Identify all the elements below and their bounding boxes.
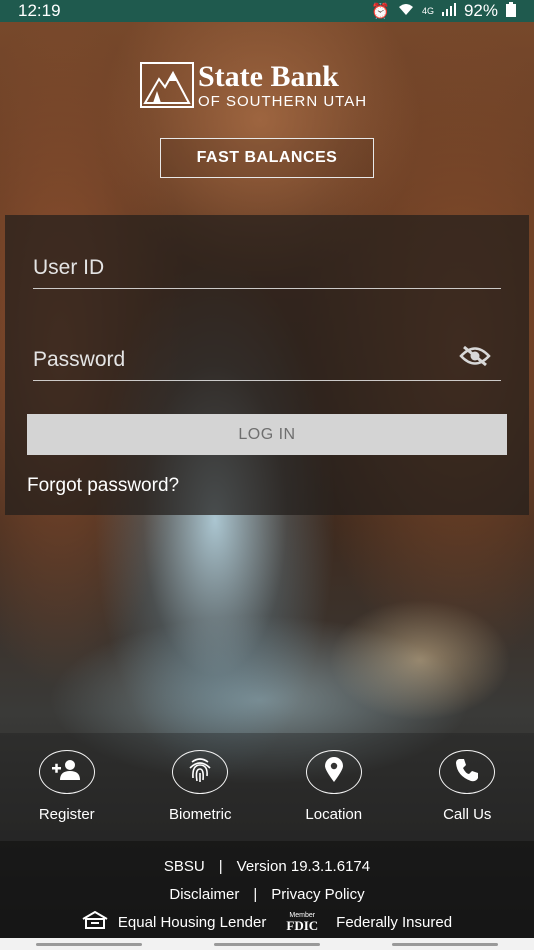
call-us-label: Call Us	[443, 806, 492, 823]
links-row: Disclaimer | Privacy Policy	[169, 880, 364, 908]
biometric-button[interactable]: Biometric	[145, 750, 255, 841]
location-button[interactable]: Location	[279, 750, 389, 841]
fast-balances-button[interactable]: FAST BALANCES	[160, 138, 374, 178]
user-id-field[interactable]	[33, 239, 501, 289]
call-us-button[interactable]: Call Us	[412, 750, 522, 841]
version-text: Version 19.3.1.6174	[236, 857, 371, 875]
password-input[interactable]	[33, 348, 433, 372]
equal-housing-text: Equal Housing Lender	[117, 913, 267, 931]
compliance-row: Equal Housing Lender Member FDIC Federal…	[82, 908, 452, 936]
equal-housing-icon	[82, 910, 108, 933]
biometric-label: Biometric	[168, 806, 232, 823]
quick-actions-bar: Register Biometric Location Call Us	[0, 733, 534, 841]
version-row: SBSU | Version 19.3.1.6174	[164, 852, 370, 880]
footer: SBSU | Version 19.3.1.6174 Disclaimer | …	[0, 841, 534, 938]
location-icon-circle	[305, 750, 362, 794]
bank-code: SBSU	[163, 857, 205, 875]
login-panel: LOG IN Forgot password?	[5, 215, 529, 515]
mountain-logo-icon	[140, 62, 194, 108]
eye-off-icon[interactable]	[459, 345, 491, 372]
network-type: 4G	[421, 6, 434, 16]
log-in-button[interactable]: LOG IN	[27, 414, 507, 455]
call-icon-circle	[439, 750, 496, 794]
divider: |	[253, 885, 258, 903]
biometric-icon-circle	[172, 750, 229, 794]
wifi-icon	[398, 2, 414, 20]
divider: |	[218, 857, 223, 875]
system-nav-bar	[0, 938, 534, 950]
nav-recent-indicator[interactable]	[36, 942, 142, 946]
register-icon-circle	[38, 750, 95, 794]
add-user-icon	[51, 759, 83, 786]
signal-icon	[441, 2, 456, 20]
fdic-logo: Member FDIC	[286, 912, 318, 932]
user-id-input[interactable]	[33, 256, 433, 280]
forgot-password-link[interactable]: Forgot password?	[27, 475, 179, 497]
register-button[interactable]: Register	[12, 750, 122, 841]
status-icons: ⏰ 4G 92%	[371, 1, 516, 21]
logo-text: State Bank OF SOUTHERN UTAH	[198, 59, 368, 110]
location-pin-icon	[324, 756, 343, 788]
fingerprint-icon	[187, 756, 213, 789]
battery-icon	[506, 1, 516, 21]
bank-logo: State Bank OF SOUTHERN UTAH	[140, 60, 390, 110]
disclaimer-link[interactable]: Disclaimer	[169, 886, 239, 903]
location-label: Location	[305, 806, 363, 823]
fdic-text: FDIC	[286, 918, 319, 933]
nav-back-indicator[interactable]	[392, 942, 498, 946]
logo-title: State Bank	[198, 59, 339, 93]
nav-home-indicator[interactable]	[214, 942, 320, 946]
battery-percent: 92%	[463, 1, 498, 20]
phone-icon	[454, 757, 480, 788]
status-bar: 12:19 ⏰ 4G 92%	[0, 0, 534, 22]
status-time: 12:19	[18, 1, 61, 20]
logo-subtitle: OF SOUTHERN UTAH	[198, 92, 368, 110]
password-field[interactable]	[33, 331, 501, 381]
alarm-icon: ⏰	[371, 3, 390, 20]
privacy-policy-link[interactable]: Privacy Policy	[271, 886, 364, 903]
register-label: Register	[38, 806, 95, 823]
federally-insured-text: Federally Insured	[336, 913, 453, 931]
